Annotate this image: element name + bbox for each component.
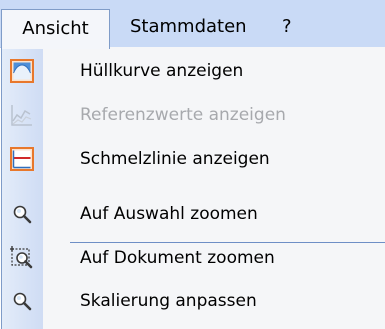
menu-stammdaten-label: Stammdaten (130, 16, 247, 37)
zoom-fit-icon (10, 289, 34, 313)
menu-item-auf-dokument-zoomen[interactable]: Auf Dokument zoomen (2, 241, 385, 277)
menu-item-referenzwerte-anzeigen[interactable]: Referenzwerte anzeigen (2, 98, 385, 134)
app-window: Ansicht Stammdaten ? Hüllkurve anzeigen (0, 0, 385, 329)
menu-item-label: Auf Auswahl zoomen (80, 204, 258, 224)
melt-line-icon (10, 147, 34, 171)
menu-item-label: Auf Dokument zoomen (80, 248, 275, 268)
menu-item-schmelzlinie-anzeigen[interactable]: Schmelzlinie anzeigen (2, 142, 385, 178)
menu-item-label: Referenzwerte anzeigen (80, 105, 286, 125)
zoom-selection-icon (10, 202, 34, 226)
ansicht-dropdown-menu: Hüllkurve anzeigen Referenzwerte anzeige… (1, 47, 385, 329)
menu-ansicht-label: Ansicht (22, 18, 89, 39)
menu-item-label: Hüllkurve anzeigen (80, 61, 244, 81)
reference-values-icon (10, 103, 34, 127)
menu-help-label: ? (282, 16, 292, 37)
menu-item-skalierung-anpassen[interactable]: Skalierung anpassen (2, 284, 385, 320)
menu-bar: Ansicht Stammdaten ? (0, 0, 385, 49)
menu-ansicht[interactable]: Ansicht (1, 9, 110, 49)
menu-help[interactable]: ? (282, 12, 292, 47)
menu-item-label: Skalierung anpassen (80, 291, 257, 311)
menu-stammdaten[interactable]: Stammdaten (130, 12, 247, 47)
zoom-document-icon (10, 246, 34, 270)
menu-item-huellkurve-anzeigen[interactable]: Hüllkurve anzeigen (2, 54, 385, 90)
menu-item-label: Schmelzlinie anzeigen (80, 149, 270, 169)
menu-item-auf-auswahl-zoomen[interactable]: Auf Auswahl zoomen (2, 197, 385, 233)
envelope-curve-icon (10, 59, 34, 83)
